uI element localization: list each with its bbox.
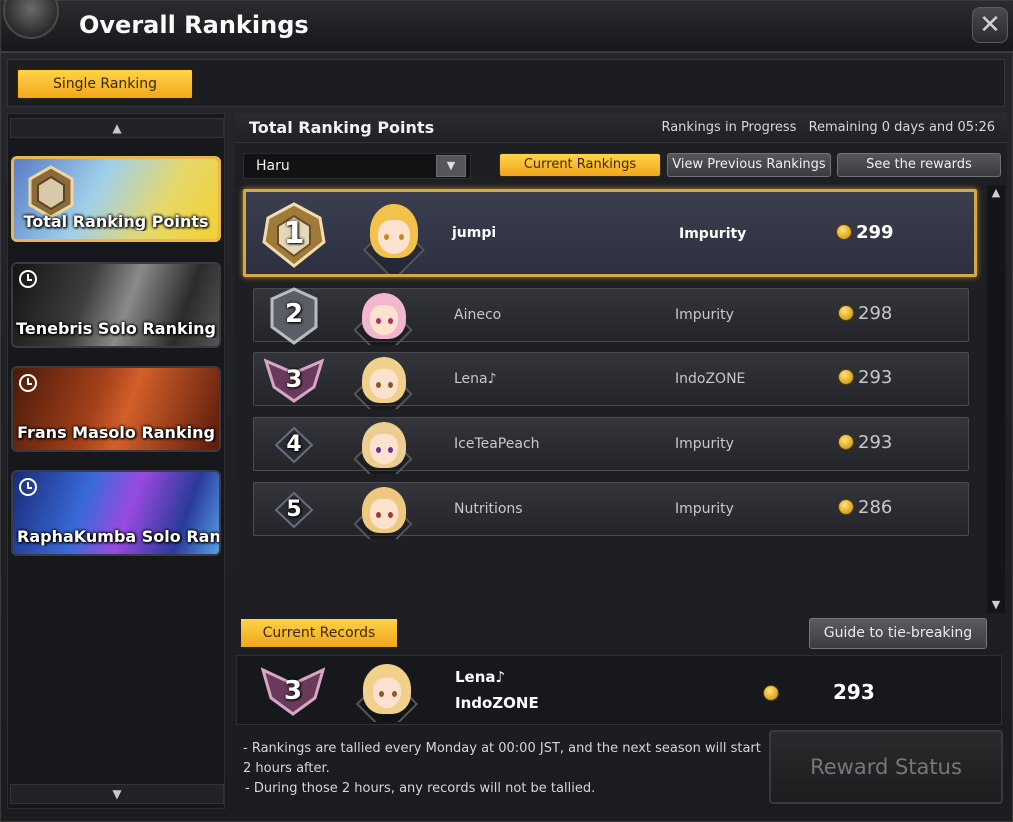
player-guild: Impurity [675,436,734,452]
sidebar: ▲ Total Ranking Points Tenebris Solo Ran… [7,113,225,809]
previous-rankings-button[interactable]: View Previous Rankings [667,153,831,177]
player-avatar [356,202,432,274]
chevron-up-icon: ▲ [112,121,122,135]
status-text: Rankings in Progress [661,120,797,135]
player-guild: Impurity [675,307,734,323]
ranking-panel: Total Ranking Points Rankings in Progres… [235,113,1007,613]
current-rankings-button[interactable]: Current Rankings [499,153,661,177]
player-avatar [354,483,414,539]
ranking-row[interactable]: 2 Aineco Impurity 298 [253,287,969,345]
rankings-window: Overall Rankings ✕ Single Ranking ▲ Tota… [0,0,1013,822]
player-name: Aineco [454,307,502,323]
server-select-value: Haru [256,158,290,174]
sidebar-scroll-up[interactable]: ▲ [10,118,224,138]
rank-number: 1 [283,216,305,251]
remaining-time: Remaining 0 days and 05:26 [808,120,995,135]
player-avatar [355,660,419,722]
sidebar-item-label: Tenebris Solo Ranking [16,319,216,338]
tab-strip: Single Ranking [7,59,1005,107]
chevron-down-icon[interactable]: ▼ [988,597,1004,613]
record-player-name: Lena♪ [455,668,506,686]
sidebar-item-label: RaphaKumba Solo Rank [17,527,219,546]
clock-icon [19,478,37,496]
note-line: - Rankings are tallied every Monday at 0… [243,741,761,776]
window-title: Overall Rankings [79,11,309,39]
player-avatar [354,353,414,409]
player-name: Nutritions [454,501,523,517]
player-guild: Impurity [675,501,734,517]
ranking-title: Total Ranking Points [249,118,435,137]
player-guild: IndoZONE [675,371,746,387]
ranking-header: Total Ranking Points Rankings in Progres… [235,113,1007,143]
sidebar-item-label: Total Ranking Points [23,212,209,231]
emblem-icon [3,0,59,39]
ranking-row[interactable]: 3 Lena♪ IndoZONE 293 [253,352,969,409]
medal-icon [28,165,74,219]
ranking-status: Rankings in Progress Remaining 0 days an… [653,120,995,135]
close-button[interactable]: ✕ [972,7,1008,43]
note-line: - During those 2 hours, any records will… [245,781,596,796]
current-record: 3 Lena♪ IndoZONE 293 [236,655,1002,725]
rank-number: 3 [285,365,303,393]
ranking-notes: - Rankings are tallied every Monday at 0… [243,739,763,799]
player-name: jumpi [452,225,497,241]
coin-icon [836,224,852,240]
sidebar-item-raphakumba[interactable]: RaphaKumba Solo Rank [11,470,221,556]
chevron-down-icon: ▼ [112,787,122,801]
clock-icon [19,270,37,288]
ranking-scrollbar[interactable]: ▲ ▼ [987,185,1005,613]
ranking-row[interactable]: 5 Nutritions Impurity 286 [253,482,969,539]
coin-icon [838,434,854,450]
title-bar: Overall Rankings ✕ [1,0,1013,53]
player-name: Lena♪ [454,371,497,387]
coin-icon [763,685,779,701]
player-points: 298 [838,303,892,324]
player-guild: Impurity [679,226,747,242]
current-records-tab[interactable]: Current Records [241,619,397,647]
reward-status-button[interactable]: Reward Status [769,730,1003,804]
see-rewards-button[interactable]: See the rewards [837,153,1001,177]
server-select[interactable]: Haru ▼ [243,153,471,179]
rank-number: 4 [286,432,302,457]
ranking-list: 1 jumpi Impurity 299 2 Aineco Impurity 2… [235,185,985,613]
chevron-up-icon[interactable]: ▲ [988,185,1004,201]
player-avatar [354,289,414,345]
close-icon: ✕ [979,10,1001,40]
player-points: 293 [838,367,892,388]
ranking-row[interactable]: 4 IceTeaPeach Impurity 293 [253,417,969,474]
rank-number: 5 [286,497,302,522]
sidebar-item-tenebris[interactable]: Tenebris Solo Ranking [11,262,221,348]
coin-icon [838,305,854,321]
sidebar-item-frans-masolo[interactable]: Frans Masolo Ranking [11,366,221,452]
sidebar-scroll-down[interactable]: ▼ [10,784,224,804]
record-points: 293 [833,680,875,704]
chevron-down-icon: ▼ [446,159,456,172]
player-avatar [354,418,414,474]
dropdown-button[interactable]: ▼ [436,155,466,177]
rank-number: 3 [283,676,303,706]
sidebar-item-label: Frans Masolo Ranking [17,423,215,442]
sidebar-item-total-ranking-points[interactable]: Total Ranking Points [11,156,221,242]
rank-number: 2 [284,299,304,329]
ranking-row[interactable]: 1 jumpi Impurity 299 [243,189,977,277]
player-points: 299 [836,222,894,243]
tab-single-ranking[interactable]: Single Ranking [16,68,194,100]
player-points: 293 [838,432,892,453]
player-name: IceTeaPeach [454,436,540,452]
tie-breaking-guide-button[interactable]: Guide to tie-breaking [809,618,987,649]
record-player-guild: IndoZONE [455,694,539,712]
player-points: 286 [838,497,892,518]
coin-icon [838,499,854,515]
clock-icon [19,374,37,392]
coin-icon [838,369,854,385]
